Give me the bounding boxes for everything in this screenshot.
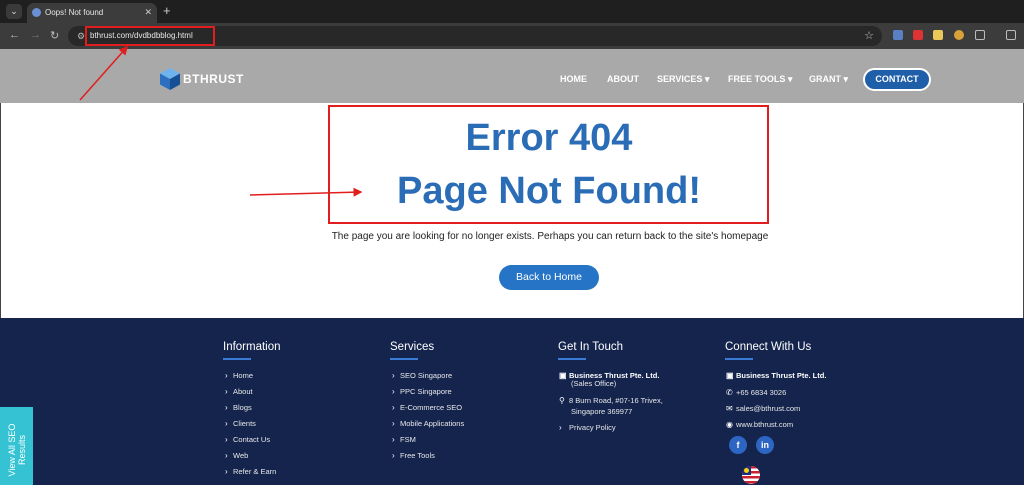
chevron-right-icon: › [225, 435, 228, 444]
side-panel-icon[interactable] [1006, 30, 1016, 40]
footer-link[interactable]: › Home [225, 371, 253, 380]
footer-link[interactable]: › Refer & Earn [225, 467, 276, 476]
nav-grant[interactable]: GRANT ▾ [809, 74, 848, 85]
facebook-icon[interactable]: f [729, 436, 747, 454]
chevron-right-icon: › [392, 451, 395, 460]
puzzle-icon[interactable] [975, 30, 985, 40]
footer-heading-services: Services [390, 341, 435, 353]
close-icon[interactable]: ✕ [144, 7, 152, 18]
back-to-home-button[interactable]: Back to Home [499, 265, 599, 290]
extension-icon[interactable] [893, 30, 903, 40]
chevron-right-icon: › [225, 387, 228, 396]
footer-link[interactable]: › SEO Singapore [392, 371, 452, 380]
footer-heading-connect: Connect With Us [725, 341, 812, 353]
chevron-right-icon: › [225, 403, 228, 412]
footer-heading-get-in-touch: Get In Touch [558, 341, 623, 353]
nav-services[interactable]: SERVICES ▾ [657, 74, 709, 85]
chevron-right-icon: › [392, 371, 395, 380]
building-icon: ▣ [559, 371, 567, 380]
chevron-right-icon: › [392, 387, 395, 396]
footer-link[interactable]: › Clients [225, 419, 256, 428]
address-line-1: ⚲ 8 Burn Road, #07-16 Trivex, [559, 396, 663, 405]
view-all-seo-results-tab[interactable]: View All SEO Results [0, 407, 33, 485]
extension-icon[interactable] [954, 30, 964, 40]
url-highlight-box [85, 26, 215, 46]
chevron-right-icon: › [392, 419, 395, 428]
chevron-right-icon: › [225, 467, 228, 476]
nav-free-tools[interactable]: FREE TOOLS ▾ [728, 74, 792, 85]
connect-company-name: ▣ Business Thrust Pte. Ltd. [726, 371, 827, 380]
footer-link[interactable]: › Contact Us [225, 435, 270, 444]
nav-home[interactable]: HOME [560, 74, 587, 84]
phone-icon: ✆ [726, 388, 733, 397]
logo-text[interactable]: BTHRUST [183, 72, 244, 86]
address-line-2: Singapore 369977 [571, 407, 633, 416]
divider [558, 358, 586, 360]
mail-icon: ✉ [726, 404, 733, 413]
footer-link[interactable]: › About [225, 387, 253, 396]
malaysia-flag-icon[interactable] [742, 466, 760, 484]
chevron-right-icon: › [225, 451, 228, 460]
divider [390, 358, 418, 360]
privacy-policy-link[interactable]: › Privacy Policy [559, 423, 616, 432]
chevron-right-icon: › [225, 419, 228, 428]
footer-link[interactable]: › PPC Singapore [392, 387, 452, 396]
office-type: (Sales Office) [571, 379, 617, 388]
chevron-right-icon: › [392, 403, 395, 412]
browser-tabstrip: ⌄ Oops! Not found ✕ + [0, 0, 1024, 23]
footer-link[interactable]: › Mobile Applications [392, 419, 464, 428]
site-footer [0, 318, 1024, 485]
footer-link[interactable]: › Blogs [225, 403, 252, 412]
error-highlight-box [328, 105, 769, 224]
favicon-icon [32, 8, 41, 17]
email-link[interactable]: ✉ sales@bthrust.com [726, 404, 800, 413]
building-icon: ▣ [726, 371, 734, 380]
extension-icon[interactable] [933, 30, 943, 40]
chevron-right-icon: › [225, 371, 228, 380]
new-tab-icon[interactable]: + [163, 3, 171, 18]
forward-icon[interactable]: → [30, 29, 41, 41]
map-pin-icon: ⚲ [559, 396, 565, 405]
chevron-right-icon: › [392, 435, 395, 444]
footer-link[interactable]: › Web [225, 451, 248, 460]
tab-title: Oops! Not found [45, 8, 104, 17]
phone-link[interactable]: ✆ +65 6834 3026 [726, 388, 786, 397]
error-message: The page you are looking for no longer e… [331, 231, 769, 242]
footer-link[interactable]: › Free Tools [392, 451, 435, 460]
nav-about[interactable]: ABOUT [607, 74, 639, 84]
side-tab-label: View All SEO Results [7, 423, 27, 477]
website-link[interactable]: ◉ www.bthrust.com [726, 420, 793, 429]
tab-search-icon[interactable]: ⌄ [6, 4, 22, 19]
divider [223, 358, 251, 360]
globe-icon: ◉ [726, 420, 733, 429]
extension-icon[interactable] [913, 30, 923, 40]
divider [725, 358, 753, 360]
footer-heading-information: Information [223, 341, 281, 353]
screen: ⌄ Oops! Not found ✕ + ← → ↻ ⚙ bthrust.co… [0, 0, 1024, 485]
logo-cube-icon[interactable] [160, 68, 180, 90]
browser-tab[interactable]: Oops! Not found ✕ [27, 3, 157, 23]
reload-icon[interactable]: ↻ [50, 29, 59, 42]
contact-button[interactable]: CONTACT [863, 68, 931, 91]
footer-link[interactable]: › FSM [392, 435, 416, 444]
bookmark-star-icon[interactable]: ☆ [864, 29, 874, 42]
chevron-right-icon: › [559, 423, 562, 432]
footer-link[interactable]: › E-Commerce SEO [392, 403, 462, 412]
linkedin-icon[interactable]: in [756, 436, 774, 454]
back-icon[interactable]: ← [9, 29, 20, 41]
